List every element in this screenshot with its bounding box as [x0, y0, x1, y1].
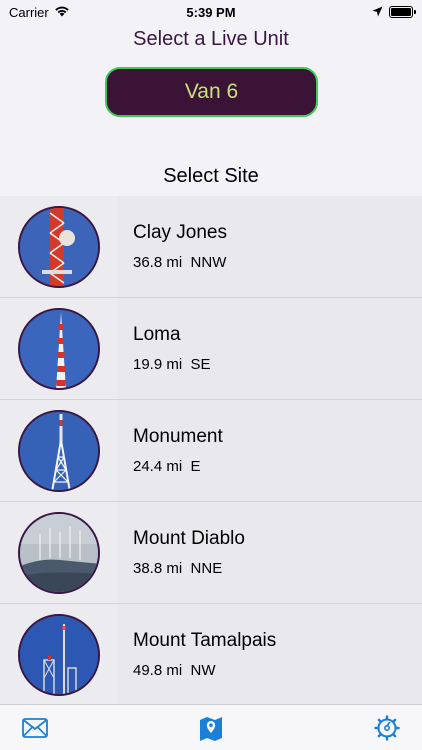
section-title: Select Site [163, 165, 259, 187]
lattice-tower-icon [18, 613, 100, 696]
site-direction: NW [190, 662, 216, 679]
site-distance: 36.8 mi [133, 254, 183, 271]
site-distance: 38.8 mi [133, 560, 183, 577]
location-arrow-icon [372, 5, 383, 20]
site-distance: 49.8 mi [133, 662, 183, 679]
page-title: Select a Live Unit [133, 28, 289, 50]
site-row[interactable]: Mount Tamalpais 49.8 mi NW [0, 604, 422, 704]
site-distance: 19.9 mi [133, 356, 183, 373]
site-name: Monument [133, 426, 223, 447]
site-direction: SE [190, 356, 211, 373]
site-direction: NNE [190, 560, 223, 577]
envelope-icon[interactable] [22, 715, 48, 741]
site-distance: 24.4 mi [133, 458, 183, 475]
site-name: Mount Tamalpais [133, 630, 277, 651]
red-tower-icon [18, 205, 100, 288]
gear-icon[interactable] [374, 714, 400, 741]
site-row[interactable]: Mount Diablo 38.8 mi NNE [0, 502, 422, 604]
red-white-tower-icon [18, 307, 100, 390]
status-bar: Carrier 5:39 PM [0, 0, 422, 24]
site-name: Loma [133, 324, 181, 345]
battery-icon [389, 6, 416, 18]
wifi-icon [54, 5, 70, 20]
site-direction: NNW [190, 254, 227, 271]
site-row[interactable]: Clay Jones 36.8 mi NNW [0, 196, 422, 298]
tab-bar [0, 704, 422, 750]
mountain-towers-icon [18, 511, 100, 594]
site-name: Mount Diablo [133, 528, 245, 549]
site-row[interactable]: Loma 19.9 mi SE [0, 298, 422, 400]
site-name: Clay Jones [133, 222, 227, 243]
map-pin-icon[interactable] [198, 715, 224, 741]
site-row[interactable]: Monument 24.4 mi E [0, 400, 422, 502]
carrier-label: Carrier [9, 4, 49, 20]
white-tower-icon [18, 409, 100, 492]
site-direction: E [190, 458, 201, 475]
site-list[interactable]: Clay Jones 36.8 mi NNW Loma 19.9 mi SE M… [0, 196, 422, 704]
live-unit-button[interactable]: Van 6 [105, 67, 318, 117]
